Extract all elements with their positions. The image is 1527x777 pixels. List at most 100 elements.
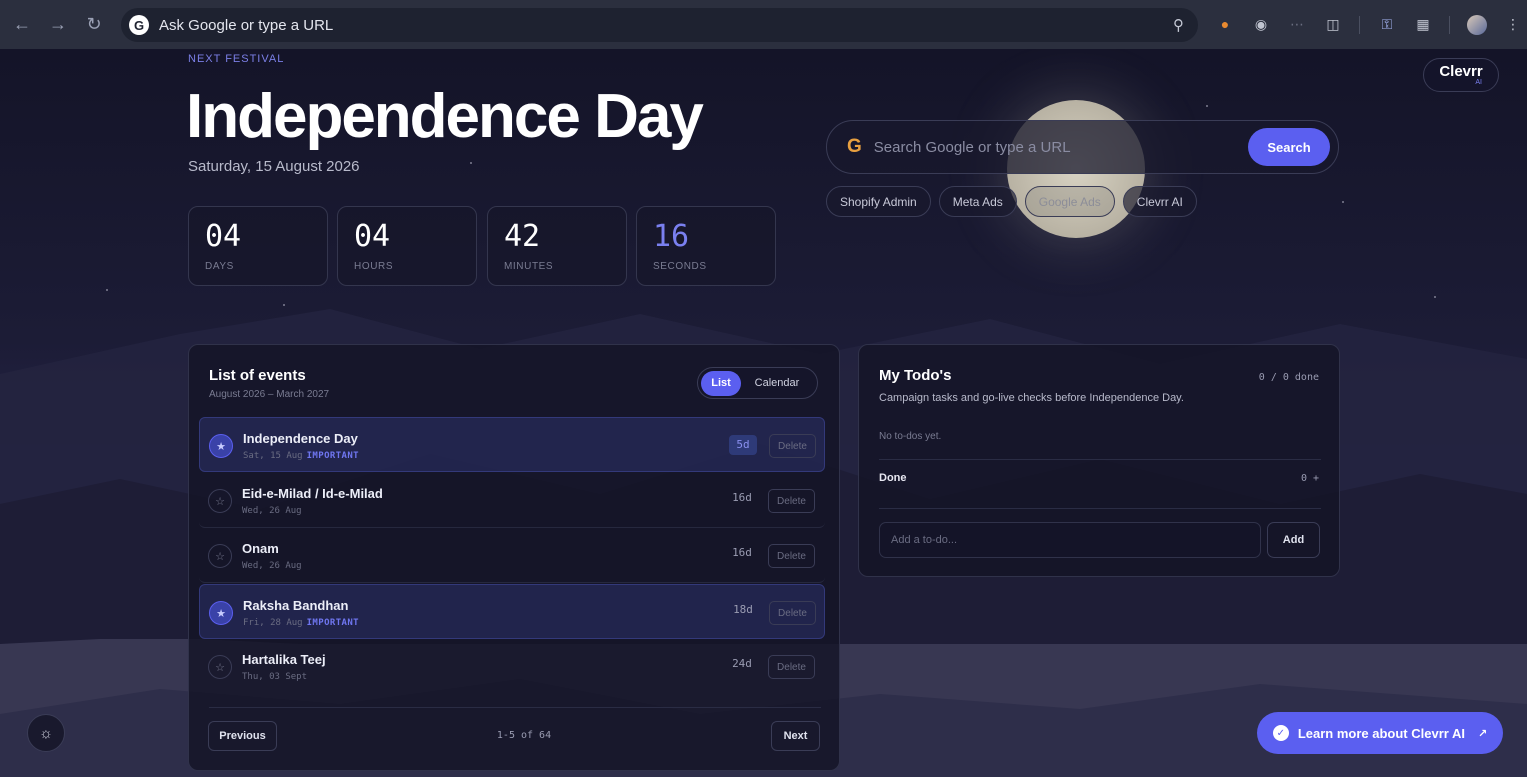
search-input[interactable]: Search Google or type a URL [874,139,1248,156]
menu-kebab-icon[interactable]: ⋮ [1501,12,1525,36]
shield-check-icon: ✓ [1272,725,1289,741]
back-icon[interactable]: ← [4,0,40,49]
event-row[interactable]: ★ Raksha Bandhan Fri, 28 Aug IMPORTANT 18… [199,584,825,639]
festival-title: Independence Day [186,82,704,151]
days-remaining: 16d [732,491,752,504]
quicklinks: Shopify Admin Meta Ads Google Ads Clevrr… [826,186,1197,217]
passwords-key-icon[interactable]: ⚿ [1375,12,1399,36]
new-tab-page: NEXT FESTIVAL Independence Day Saturday,… [0,49,1527,777]
countdown-value: 04 [205,219,242,254]
delete-button[interactable]: Delete [768,489,815,513]
view-toggle: List Calendar [697,367,818,399]
toggle-calendar[interactable]: Calendar [741,371,813,396]
todos-panel: My Todo's 0 / 0 done Campaign tasks and … [858,344,1340,577]
done-count[interactable]: 0 + [1301,473,1319,484]
days-remaining: 18d [733,603,753,616]
profile-avatar[interactable] [1467,15,1487,35]
toggle-list[interactable]: List [701,370,741,396]
event-date: Thu, 03 Sept [242,672,308,682]
toolbar-divider [1449,16,1450,34]
event-row[interactable]: ☆ Eid-e-Milad / Id-e-Milad Wed, 26 Aug 1… [199,473,825,528]
clevrr-logo[interactable]: Clevrr AI [1423,58,1499,92]
countdown-label: SECONDS [653,261,707,272]
event-row[interactable]: ☆ Onam Wed, 26 Aug 16d Delete [199,528,825,583]
festival-date: Saturday, 15 August 2026 [188,158,360,175]
divider [879,459,1321,460]
event-meta: Sat, 15 Aug IMPORTANT [243,451,359,461]
events-subtitle: August 2026 – March 2027 [209,389,330,400]
previous-button[interactable]: Previous [208,721,277,751]
delete-button[interactable]: Delete [769,601,816,625]
todo-input[interactable]: Add a to-do... [879,522,1261,558]
toolbar-divider [1359,16,1360,34]
countdown-value: 42 [504,219,541,254]
qr-code-icon[interactable]: ▦ [1411,12,1435,36]
external-arrow-icon: ↗ [1477,727,1488,740]
browser-toolbar: ← → ↻ G Ask Google or type a URL ⚲ ● ◉ ⋯… [0,0,1527,49]
theme-toggle-sun-icon[interactable]: ☼ [27,714,65,752]
delete-button[interactable]: Delete [768,655,815,679]
countdown-hours: 04 HOURS [337,206,477,286]
forward-icon[interactable]: → [40,0,76,49]
event-row[interactable]: ☆ Hartalika Teej Thu, 03 Sept 24d Delete [199,639,825,694]
extensions-puzzle-icon[interactable]: ◫ [1321,12,1345,36]
todos-title: My Todo's [879,367,952,384]
event-meta: Wed, 26 Aug [242,506,302,516]
extension-owl-icon[interactable]: ◉ [1249,12,1273,36]
countdown-minutes: 42 MINUTES [487,206,627,286]
search-bar[interactable]: G Search Google or type a URL Search [826,120,1339,174]
days-remaining: 24d [732,657,752,670]
quicklink-google-ads[interactable]: Google Ads [1024,186,1115,217]
countdown-days: 04 DAYS [188,206,328,286]
search-button[interactable]: Search [1248,128,1330,166]
address-bar[interactable]: G Ask Google or type a URL ⚲ [121,8,1198,42]
countdown-value: 16 [653,219,690,254]
quicklink-shopify-admin[interactable]: Shopify Admin [826,186,931,217]
star-filled-icon[interactable]: ★ [209,434,233,458]
address-text: Ask Google or type a URL [159,16,334,34]
events-title: List of events [209,367,306,384]
event-date: Sat, 15 Aug [243,451,303,461]
countdown-value: 04 [354,219,391,254]
reload-icon[interactable]: ↻ [76,0,112,49]
extension-orange-icon[interactable]: ● [1213,12,1237,36]
divider [209,707,821,708]
event-name: Eid-e-Milad / Id-e-Milad [242,486,383,501]
google-icon: G [129,15,149,35]
event-name: Raksha Bandhan [243,598,349,613]
event-date: Wed, 26 Aug [242,506,302,516]
done-section-label[interactable]: Done [879,472,907,484]
delete-button[interactable]: Delete [769,434,816,458]
quicklink-meta-ads[interactable]: Meta Ads [938,186,1017,217]
next-festival-label: NEXT FESTIVAL [188,53,285,65]
star-outline-icon[interactable]: ☆ [208,655,232,679]
learn-more-button[interactable]: ✓ Learn more about Clevrr AI ↗ [1257,712,1503,754]
delete-button[interactable]: Delete [768,544,815,568]
star-filled-icon[interactable]: ★ [209,601,233,625]
events-panel: List of events August 2026 – March 2027 … [188,344,840,771]
add-todo-button[interactable]: Add [1267,522,1320,558]
star-outline-icon[interactable]: ☆ [208,489,232,513]
zoom-icon[interactable]: ⚲ [1173,16,1184,34]
event-meta: Fri, 28 Aug IMPORTANT [243,618,359,628]
event-row[interactable]: ★ Independence Day Sat, 15 Aug IMPORTANT … [199,417,825,472]
extension-dots-icon[interactable]: ⋯ [1285,12,1309,36]
important-tag: IMPORTANT [306,451,359,461]
event-meta: Thu, 03 Sept [242,672,307,682]
event-name: Independence Day [243,431,358,446]
event-meta: Wed, 26 Aug [242,561,302,571]
todos-empty-message: No to-dos yet. [879,431,942,442]
logo-sub: AI [1475,78,1482,86]
countdown-label: HOURS [354,261,394,272]
event-date: Wed, 26 Aug [242,561,302,571]
google-g-icon: G [847,136,862,157]
divider [879,508,1321,509]
star-outline-icon[interactable]: ☆ [208,544,232,568]
countdown-label: MINUTES [504,261,554,272]
days-remaining: 16d [732,546,752,559]
next-button[interactable]: Next [771,721,820,751]
learn-more-label: Learn more about Clevrr AI [1297,725,1465,741]
countdown-label: DAYS [205,261,234,272]
event-name: Onam [242,541,279,556]
quicklink-clevrr-ai[interactable]: Clevrr AI [1122,186,1197,217]
